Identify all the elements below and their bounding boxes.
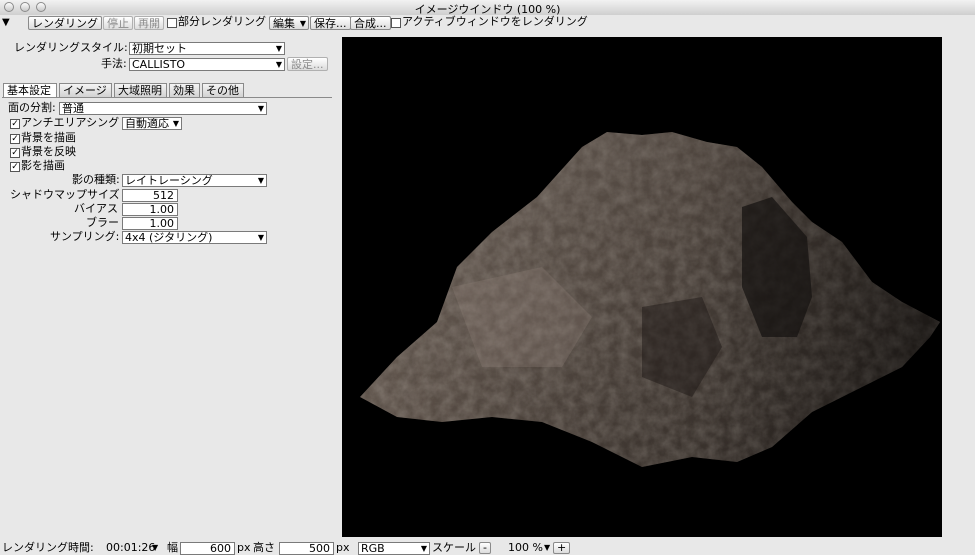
height-unit: px [336, 541, 350, 554]
height-field[interactable]: 500 [279, 542, 334, 555]
chevron-down-icon: ▼ [257, 233, 264, 242]
chevron-down-icon: ▼ [299, 19, 306, 28]
render-style-value: 初期セット [132, 42, 187, 55]
scale-label: スケール [432, 541, 476, 554]
zoom-in-button[interactable]: + [553, 542, 571, 554]
draw-shadow-checkbox[interactable]: ✓ [10, 162, 20, 172]
render-time-value: 00:01:26 [106, 541, 156, 554]
rendered-rock-image [360, 132, 940, 467]
subdivision-select[interactable]: 普通 ▼ [59, 102, 267, 115]
title-bar: イメージウインドウ (100 %) [0, 0, 975, 16]
blur-label: ブラー [86, 216, 119, 229]
draw-background-checkbox[interactable]: ✓ [10, 134, 20, 144]
chevron-down-icon: ▼ [172, 119, 179, 128]
method-select[interactable]: CALLISTO ▼ [129, 58, 285, 71]
partial-render-label: 部分レンダリング [178, 15, 266, 28]
draw-background-label: 背景を描画 [21, 131, 76, 144]
color-mode-select[interactable]: RGB ▼ [358, 542, 430, 555]
method-settings-button[interactable]: 設定... [287, 57, 328, 71]
method-value: CALLISTO [132, 58, 186, 71]
resume-button[interactable]: 再開 [134, 16, 164, 30]
antialias-label: アンチエリアシング [21, 116, 120, 129]
antialias-checkbox[interactable]: ✓ [10, 119, 20, 129]
chevron-down-icon: ▼ [257, 176, 264, 185]
shadow-map-size-field[interactable]: 512 [122, 189, 178, 202]
reflect-background-label: 背景を反映 [21, 145, 76, 158]
sampling-value: 4x4 (ジタリング) [125, 231, 213, 244]
toolbar: ▼ レンダリング 停止 再開 部分レンダリング 編集 ▼ 保存... 合成...… [0, 15, 975, 31]
width-field[interactable]: 600 [180, 542, 235, 555]
collapse-triangle-icon[interactable]: ▼ [2, 16, 10, 29]
composite-button[interactable]: 合成... [350, 16, 391, 30]
height-label: 高さ [253, 541, 275, 554]
status-bar: レンダリング時間: 00:01:26 ▼ 幅 600 px 高さ 500 px … [0, 541, 975, 555]
chevron-down-icon[interactable]: ▼ [544, 541, 550, 554]
shadow-type-value: レイトレーシング [125, 174, 213, 187]
bias-label: バイアス [74, 202, 118, 215]
chevron-down-icon: ▼ [275, 60, 282, 69]
antialias-value: 自動適応 [125, 117, 169, 130]
shadow-type-select[interactable]: レイトレーシング ▼ [122, 174, 267, 187]
reflect-background-checkbox[interactable]: ✓ [10, 148, 20, 158]
bias-field[interactable]: 1.00 [122, 203, 178, 216]
chevron-down-icon: ▼ [420, 544, 427, 553]
antialias-select[interactable]: 自動適応 ▼ [122, 117, 182, 130]
chevron-down-icon: ▼ [275, 44, 282, 53]
tab-image[interactable]: イメージ [59, 83, 112, 97]
render-style-select[interactable]: 初期セット ▼ [129, 42, 285, 55]
render-time-label: レンダリング時間: [2, 541, 94, 554]
active-window-render-checkbox[interactable] [391, 18, 401, 28]
blur-field[interactable]: 1.00 [122, 217, 178, 230]
color-mode-value: RGB [361, 542, 385, 555]
active-window-render-label: アクティブウィンドウをレンダリング [402, 15, 588, 28]
shadow-type-label: 影の種類: [72, 173, 120, 186]
chevron-down-icon: ▼ [257, 104, 264, 113]
zoom-value: 100 % [508, 541, 543, 554]
render-view[interactable] [342, 37, 942, 537]
zoom-out-button[interactable]: - [479, 542, 491, 554]
shadow-map-size-label: シャドウマップサイズ [10, 188, 120, 201]
render-style-label: レンダリングスタイル: [14, 41, 128, 54]
tab-divider [2, 97, 332, 98]
tab-other[interactable]: その他 [202, 83, 244, 97]
tab-global-illumination[interactable]: 大域照明 [114, 83, 167, 97]
width-unit: px [237, 541, 251, 554]
chevron-down-icon[interactable]: ▼ [152, 541, 158, 554]
subdivision-label: 面の分割: [8, 101, 56, 114]
tab-basic[interactable]: 基本設定 [3, 83, 57, 98]
partial-render-checkbox[interactable] [167, 18, 177, 28]
width-label: 幅 [167, 541, 178, 554]
edit-label: 編集 [273, 17, 295, 30]
sampling-label: サンプリング: [50, 230, 120, 243]
stop-button[interactable]: 停止 [103, 16, 133, 30]
method-label: 手法: [101, 57, 127, 70]
save-button[interactable]: 保存... [310, 16, 351, 30]
edit-menu-button[interactable]: 編集 ▼ [269, 16, 309, 30]
draw-shadow-label: 影を描画 [21, 159, 65, 172]
render-button[interactable]: レンダリング [28, 16, 102, 30]
subdivision-value: 普通 [62, 102, 84, 115]
tab-effects[interactable]: 効果 [169, 83, 200, 97]
sampling-select[interactable]: 4x4 (ジタリング) ▼ [122, 231, 267, 244]
